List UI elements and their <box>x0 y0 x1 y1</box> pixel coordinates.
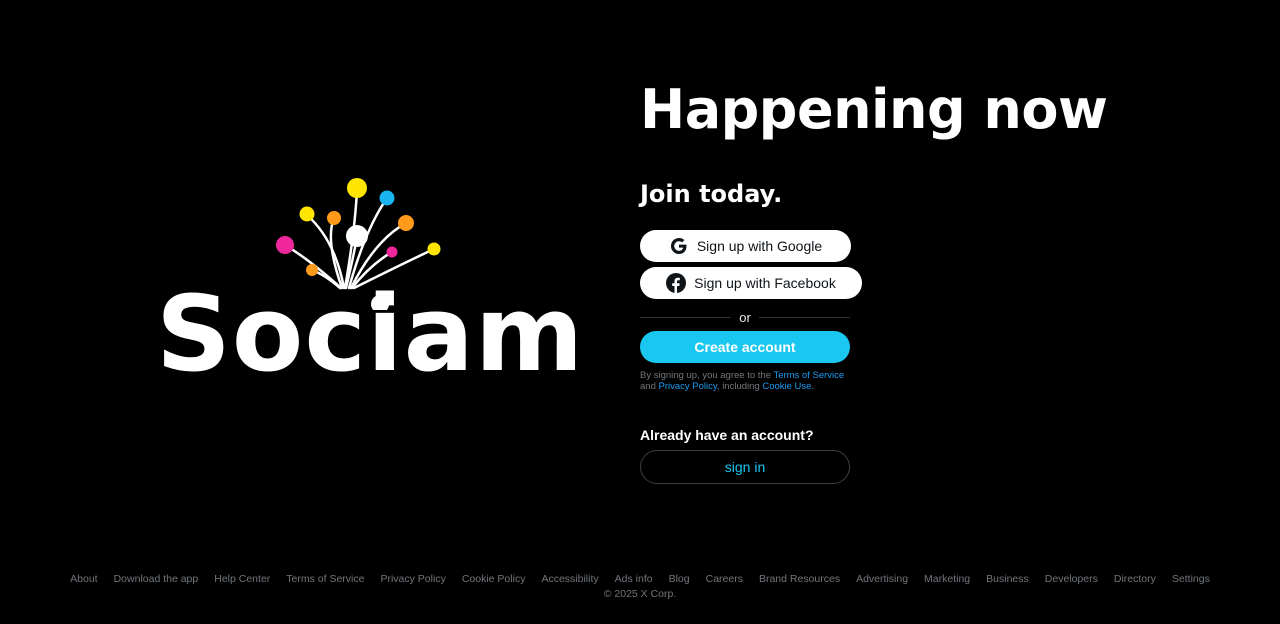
or-text: or <box>739 309 751 325</box>
footer-link-directory[interactable]: Directory <box>1114 573 1156 585</box>
signup-facebook-label: Sign up with Facebook <box>694 275 836 291</box>
footer-links: About Download the app Help Center Terms… <box>0 573 1280 585</box>
legal-prefix: By signing up, you agree to the <box>640 370 774 381</box>
signin-prompt: Already have an account? <box>640 427 814 443</box>
signin-button[interactable]: sign in <box>640 450 850 484</box>
copyright: © 2025 X Corp. <box>603 588 677 600</box>
divider-line <box>640 316 732 318</box>
footer-link-download[interactable]: Download the app <box>114 573 199 585</box>
footer-link-business[interactable]: Business <box>986 573 1029 585</box>
brand-wordmark: Sociam <box>156 273 585 395</box>
footer-link-developers[interactable]: Developers <box>1045 573 1098 585</box>
legal-notice: By signing up, you agree to the Terms of… <box>640 370 870 392</box>
footer-link-accessibility[interactable]: Accessibility <box>541 573 598 585</box>
footer-link-ads[interactable]: Ads info <box>615 573 653 585</box>
footer-link-privacy[interactable]: Privacy Policy <box>380 573 445 585</box>
cookie-link[interactable]: Cookie Use. <box>762 381 814 392</box>
legal-including: , including <box>716 381 763 392</box>
footer-link-help[interactable]: Help Center <box>214 573 270 585</box>
divider-line <box>758 316 850 318</box>
signup-facebook-button[interactable]: Sign up with Facebook <box>640 267 862 299</box>
footer: About Download the app Help Center Terms… <box>0 573 1280 600</box>
google-icon <box>669 236 689 256</box>
page-headline: Happening now <box>640 78 1108 141</box>
footer-link-cookie[interactable]: Cookie Policy <box>462 573 526 585</box>
or-divider: or <box>640 309 850 325</box>
join-title: Join today. <box>640 180 783 208</box>
footer-link-marketing[interactable]: Marketing <box>924 573 970 585</box>
footer-link-settings[interactable]: Settings <box>1172 573 1210 585</box>
footer-link-terms[interactable]: Terms of Service <box>286 573 364 585</box>
facebook-icon <box>666 273 687 293</box>
create-account-button[interactable]: Create account <box>640 331 850 363</box>
brand-logo: Sociam <box>150 170 583 390</box>
footer-link-careers[interactable]: Careers <box>706 573 743 585</box>
footer-link-brand[interactable]: Brand Resources <box>759 573 840 585</box>
footer-link-about[interactable]: About <box>70 573 97 585</box>
footer-link-advertising[interactable]: Advertising <box>856 573 908 585</box>
footer-link-blog[interactable]: Blog <box>669 573 690 585</box>
privacy-link[interactable]: Privacy Policy <box>659 381 717 392</box>
terms-link[interactable]: Terms of Service <box>773 370 844 381</box>
legal-and: and <box>640 381 659 392</box>
signup-google-label: Sign up with Google <box>696 238 823 254</box>
signup-google-button[interactable]: Sign up with Google <box>640 230 851 262</box>
